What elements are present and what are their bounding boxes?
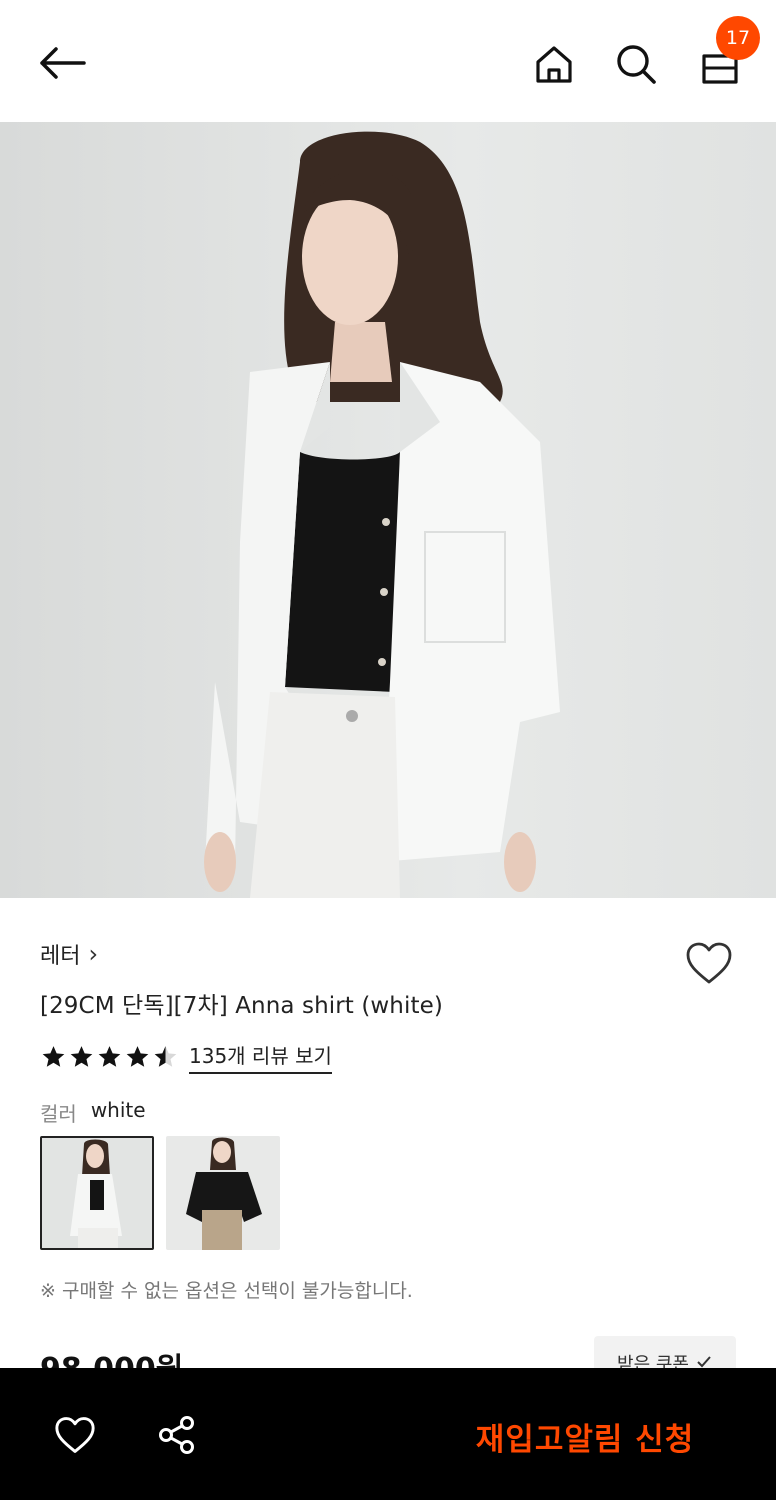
product-main-image[interactable]: [0, 122, 776, 898]
search-icon: [617, 45, 656, 84]
chevron-right-icon: ›: [88, 940, 99, 968]
color-swatches: [40, 1136, 280, 1250]
selected-color-value: white: [90, 1098, 146, 1122]
star-full-icon: [42, 1046, 65, 1067]
bottom-wishlist-button[interactable]: [48, 1408, 102, 1462]
star-half-icon: [154, 1046, 177, 1067]
star-rating: [40, 1044, 179, 1070]
top-navigation-bar: 17: [0, 0, 776, 122]
back-button[interactable]: [30, 36, 94, 90]
model-photo-illustration: [0, 122, 776, 898]
star-full-icon: [98, 1046, 121, 1067]
home-button[interactable]: [528, 38, 580, 90]
share-button[interactable]: [150, 1408, 204, 1462]
rating-row: 135개 리뷰 보기: [40, 1040, 332, 1074]
heart-outline-icon: [55, 1417, 95, 1453]
black-shirt-thumbnail: [166, 1136, 280, 1250]
color-swatch-black[interactable]: [166, 1136, 280, 1250]
bottom-action-bar: 재입고알림 신청: [0, 1368, 776, 1500]
share-icon: [159, 1416, 194, 1454]
back-arrow-icon: [40, 47, 86, 79]
review-link[interactable]: 135개 리뷰 보기: [189, 1040, 332, 1074]
star-full-icon: [70, 1046, 93, 1067]
heart-outline-icon: [686, 942, 732, 984]
star-full-icon: [126, 1046, 149, 1067]
color-swatch-white[interactable]: [40, 1136, 154, 1250]
home-icon: [536, 46, 572, 83]
white-shirt-thumbnail: [40, 1136, 154, 1250]
wishlist-button[interactable]: [682, 936, 736, 990]
cart-count-badge: 17: [716, 16, 760, 60]
color-label: 컬러: [40, 1102, 77, 1126]
search-button[interactable]: [610, 38, 662, 90]
brand-link[interactable]: 레터 ›: [40, 938, 98, 970]
option-notice: ※ 구매할 수 없는 옵션은 선택이 불가능합니다.: [40, 1280, 413, 1302]
restock-alert-button[interactable]: 재입고알림 신청: [440, 1412, 730, 1460]
color-option-row: 컬러 white: [40, 1098, 146, 1127]
brand-name: 레터: [40, 944, 81, 969]
product-title: [29CM 단독][7차] Anna shirt (white): [40, 993, 443, 1019]
